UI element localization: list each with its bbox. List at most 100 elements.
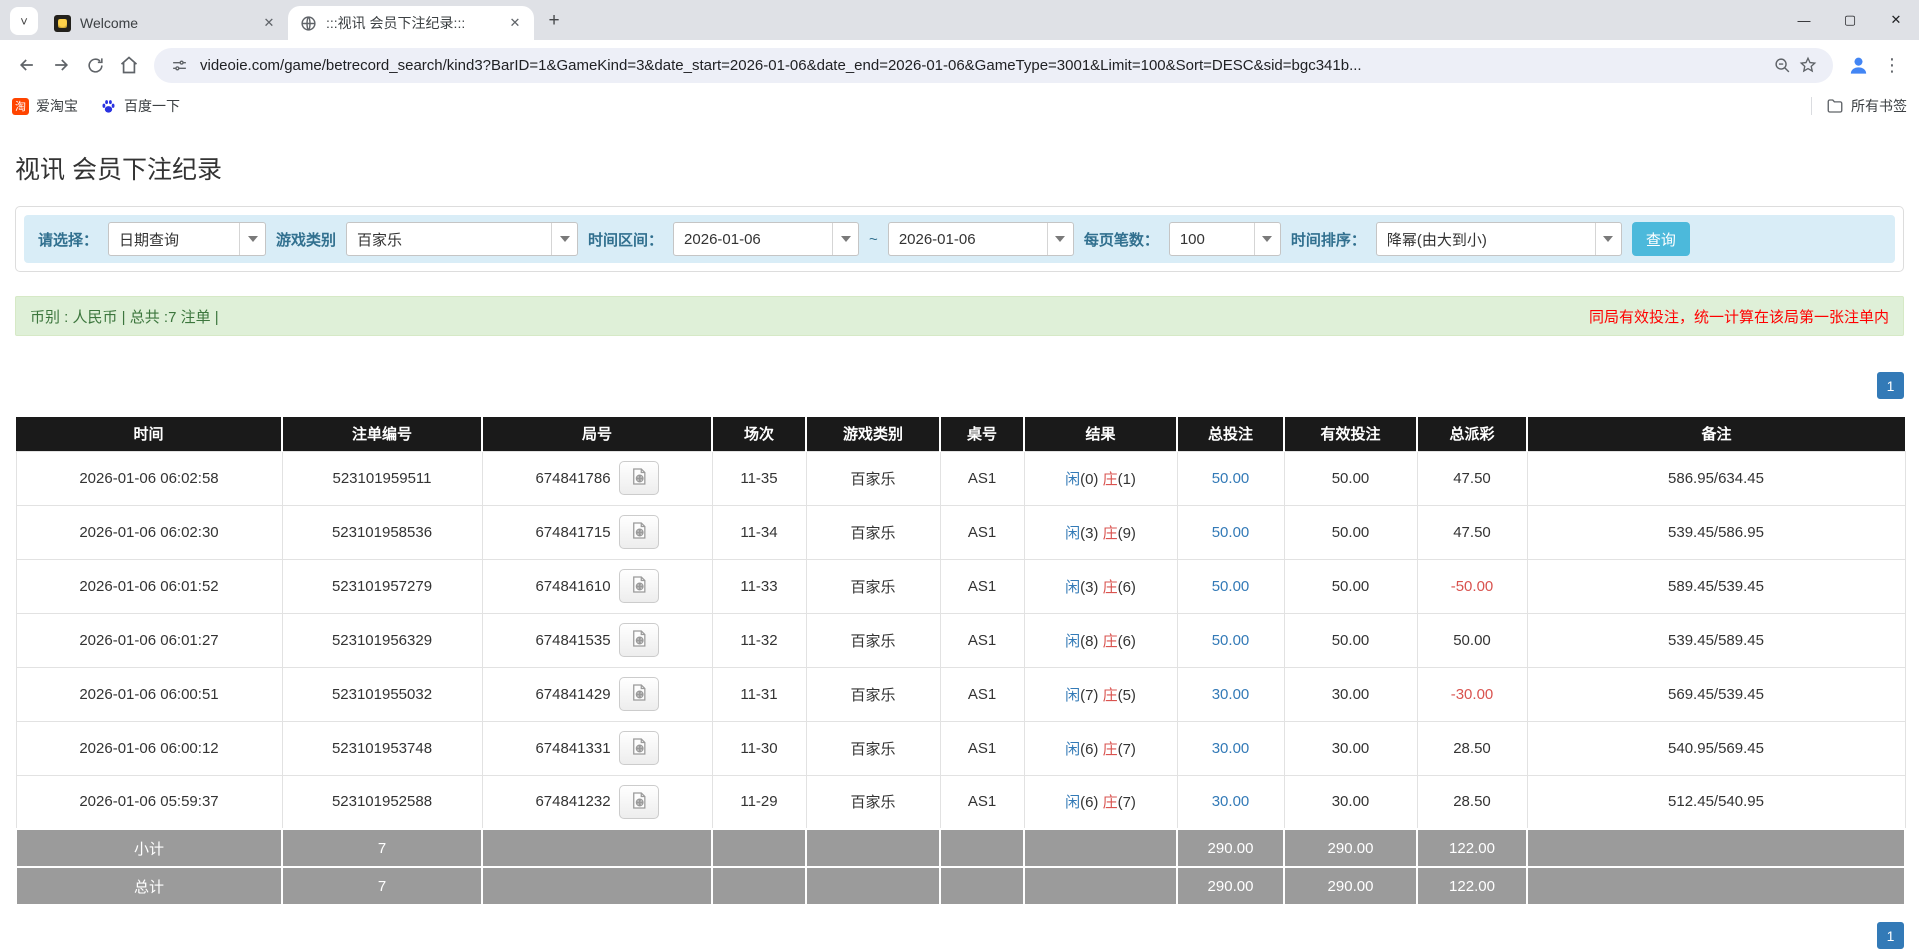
- column-header: 局号: [482, 417, 712, 451]
- note-cell: 512.45/540.95: [1527, 775, 1905, 829]
- home-icon[interactable]: [112, 48, 146, 82]
- session-cell: 11-33: [712, 559, 806, 613]
- query-type-select[interactable]: 日期查询: [108, 222, 266, 256]
- total-bet-cell: 30.00: [1177, 667, 1284, 721]
- round-no: 674841715: [535, 524, 610, 541]
- chevron-down-icon[interactable]: [551, 223, 577, 255]
- chevron-down-icon[interactable]: [1254, 223, 1280, 255]
- video-replay-button[interactable]: [619, 677, 659, 711]
- video-replay-button[interactable]: [619, 623, 659, 657]
- result-player: 闲: [1065, 633, 1080, 650]
- game-kind-cell: 百家乐: [806, 721, 940, 775]
- sum-cell: 290.00: [1177, 867, 1284, 905]
- url-text[interactable]: videoie.com/game/betrecord_search/kind3?…: [200, 57, 1761, 74]
- globe-icon: [300, 15, 317, 32]
- result-banker: 庄: [1103, 579, 1118, 596]
- valid-bet-cell: 30.00: [1284, 775, 1417, 829]
- valid-bet-cell: 30.00: [1284, 667, 1417, 721]
- maximize-button[interactable]: ▢: [1827, 0, 1873, 40]
- game-kind-select[interactable]: 百家乐: [346, 222, 578, 256]
- total-bet-link[interactable]: 30.00: [1212, 740, 1250, 757]
- chevron-down-icon[interactable]: [832, 223, 858, 255]
- query-button[interactable]: 查询: [1632, 222, 1690, 256]
- sum-cell: 290.00: [1284, 867, 1417, 905]
- total-bet-link[interactable]: 50.00: [1212, 632, 1250, 649]
- result-text: 闲(7) 庄(5): [1065, 687, 1136, 704]
- bookmark-taobao[interactable]: 淘 爱淘宝: [12, 96, 78, 116]
- tab-bet-records[interactable]: :::视讯 会员下注纪录::: ✕: [288, 6, 534, 40]
- close-window-button[interactable]: ✕: [1873, 0, 1919, 40]
- video-replay-button[interactable]: [619, 515, 659, 549]
- total-bet-link[interactable]: 50.00: [1212, 578, 1250, 595]
- result-banker: 庄: [1103, 633, 1118, 650]
- filter-panel: 请选择： 日期查询 游戏类别 百家乐 时间区间： 2026-01-06 ~ 20…: [15, 206, 1904, 272]
- result-banker: 庄: [1103, 525, 1118, 542]
- tab-title: Welcome: [80, 15, 252, 31]
- result-cell: 闲(3) 庄(6): [1024, 559, 1177, 613]
- table-row: 2026-01-06 06:01:27523101956329674841535…: [16, 613, 1905, 667]
- round-no-cell: 674841331: [482, 721, 712, 775]
- profile-avatar[interactable]: [1841, 48, 1875, 82]
- column-header: 有效投注: [1284, 417, 1417, 451]
- bookmark-baidu[interactable]: 百度一下: [100, 96, 180, 116]
- total-bet-link[interactable]: 50.00: [1212, 470, 1250, 487]
- video-replay-button[interactable]: [619, 731, 659, 765]
- total-bet-link[interactable]: 30.00: [1212, 686, 1250, 703]
- payout-cell: 50.00: [1417, 613, 1527, 667]
- valid-bet-cell: 50.00: [1284, 559, 1417, 613]
- total-bet-link[interactable]: 50.00: [1212, 524, 1250, 541]
- payout-cell: 28.50: [1417, 775, 1527, 829]
- video-replay-button[interactable]: [619, 461, 659, 495]
- round-no: 674841786: [535, 470, 610, 487]
- note-cell: 539.45/589.45: [1527, 613, 1905, 667]
- column-header: 场次: [712, 417, 806, 451]
- forward-icon[interactable]: [44, 48, 78, 82]
- table-body: 2026-01-06 06:02:58523101959511674841786…: [16, 451, 1905, 905]
- minimize-button[interactable]: —: [1781, 0, 1827, 40]
- column-header: 备注: [1527, 417, 1905, 451]
- browser-menu-icon[interactable]: ⋮: [1875, 48, 1909, 82]
- sum-cell: [1527, 867, 1905, 905]
- tab-title: :::视讯 会员下注纪录:::: [326, 13, 498, 33]
- page-1-button[interactable]: 1: [1877, 372, 1904, 399]
- page-content: 视讯 会员下注纪录 请选择： 日期查询 游戏类别 百家乐 时间区间： 2026-…: [0, 150, 1919, 949]
- video-replay-button[interactable]: [619, 785, 659, 819]
- result-text: 闲(6) 庄(7): [1065, 794, 1136, 811]
- date-end-select[interactable]: 2026-01-06: [888, 222, 1074, 256]
- date-start-select[interactable]: 2026-01-06: [673, 222, 859, 256]
- tab-welcome[interactable]: Welcome ✕: [42, 6, 288, 40]
- chevron-down-icon[interactable]: [239, 223, 265, 255]
- bookmarks-bar: 淘 爱淘宝 百度一下 所有书签: [0, 90, 1919, 122]
- zoom-icon[interactable]: [1769, 52, 1795, 78]
- back-icon[interactable]: [10, 48, 44, 82]
- total-bet-link[interactable]: 30.00: [1212, 793, 1250, 810]
- close-tab-icon[interactable]: ✕: [260, 14, 278, 32]
- bet-records-table: 时间注单编号局号场次游戏类别桌号结果总投注有效投注总派彩备注 2026-01-0…: [15, 417, 1906, 906]
- per-page-select[interactable]: 100: [1169, 222, 1281, 256]
- page-1-button[interactable]: 1: [1877, 922, 1904, 949]
- video-file-icon: [629, 791, 648, 813]
- all-bookmarks-button[interactable]: 所有书签: [1826, 96, 1907, 116]
- sort-select[interactable]: 降幂(由大到小): [1376, 222, 1622, 256]
- bookmark-star-icon[interactable]: [1795, 52, 1821, 78]
- result-player: 闲: [1065, 794, 1080, 811]
- table-row: 2026-01-06 06:00:51523101955032674841429…: [16, 667, 1905, 721]
- chevron-down-icon[interactable]: [1595, 223, 1621, 255]
- note-cell: 569.45/539.45: [1527, 667, 1905, 721]
- table-no-cell: AS1: [940, 721, 1024, 775]
- sum-cell: [482, 829, 712, 867]
- site-settings-icon[interactable]: [166, 52, 192, 78]
- video-replay-button[interactable]: [619, 569, 659, 603]
- sum-cell: 290.00: [1177, 829, 1284, 867]
- reload-icon[interactable]: [78, 48, 112, 82]
- chevron-down-icon[interactable]: [1047, 223, 1073, 255]
- new-tab-button[interactable]: +: [540, 7, 568, 35]
- result-text: 闲(3) 庄(6): [1065, 579, 1136, 596]
- close-tab-icon[interactable]: ✕: [506, 14, 524, 32]
- result-banker: 庄: [1103, 687, 1118, 704]
- time-cell: 2026-01-06 06:00:51: [16, 667, 282, 721]
- time-cell: 2026-01-06 06:02:30: [16, 505, 282, 559]
- tab-search-button[interactable]: ˅: [10, 7, 38, 35]
- address-bar[interactable]: videoie.com/game/betrecord_search/kind3?…: [154, 48, 1833, 83]
- game-kind-cell: 百家乐: [806, 613, 940, 667]
